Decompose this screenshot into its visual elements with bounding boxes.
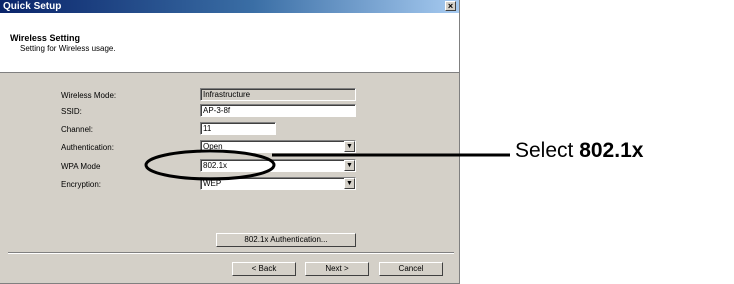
callout-text: Select 802.1x [515, 139, 643, 163]
callout-prefix: Select [515, 139, 580, 162]
highlight-ellipse [144, 149, 276, 181]
callout-emphasis: 802.1x [579, 139, 644, 162]
